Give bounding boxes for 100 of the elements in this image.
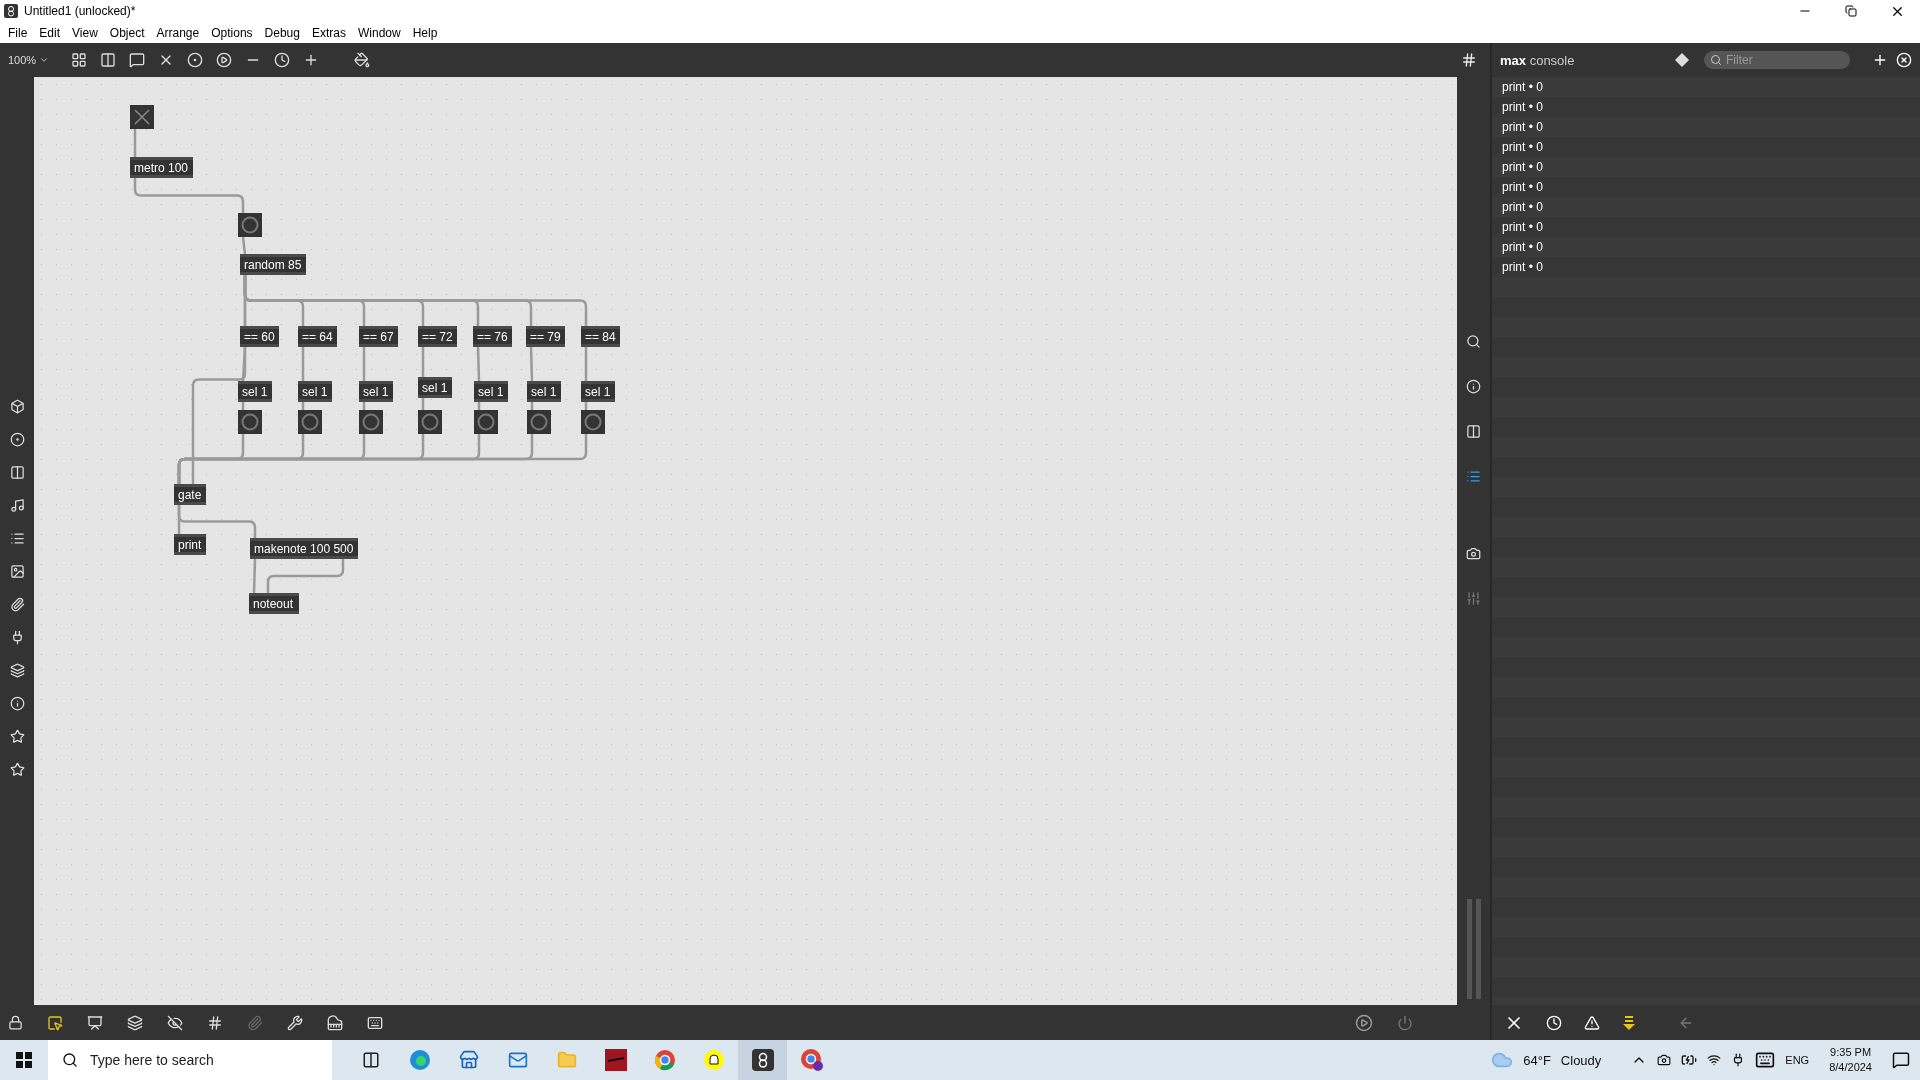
- keyboard-icon[interactable]: [1755, 1050, 1776, 1070]
- power-icon[interactable]: [1397, 1014, 1413, 1031]
- presentation-select-icon[interactable]: [47, 1014, 63, 1031]
- patch-object[interactable]: == 67: [359, 326, 398, 347]
- windows-logo-icon: [16, 1052, 32, 1068]
- diamond-icon[interactable]: [1674, 52, 1690, 68]
- menu-item[interactable]: Object: [103, 25, 151, 40]
- patch-object[interactable]: == 64: [298, 326, 337, 347]
- patch-object[interactable]: sel 1: [298, 381, 332, 402]
- temperature-text: 64°F: [1523, 1052, 1551, 1068]
- patch-object[interactable]: sel 1: [474, 381, 508, 402]
- cube-icon[interactable]: [9, 399, 25, 414]
- paperclip-icon[interactable]: [247, 1014, 263, 1031]
- patch-cord: [529, 346, 534, 382]
- presentation-icon[interactable]: [87, 1014, 103, 1031]
- clock-date[interactable]: 8/4/2024: [1829, 1060, 1872, 1075]
- target-icon[interactable]: [9, 432, 25, 447]
- console-line: print • 0: [1501, 259, 1544, 276]
- menu-item[interactable]: Debug: [258, 25, 306, 40]
- patch-cord: [362, 347, 366, 381]
- play-icon[interactable]: [1355, 1013, 1373, 1032]
- patch-object[interactable]: == 84: [581, 326, 620, 347]
- caret-icon: [39, 55, 50, 65]
- patch-object[interactable]: sel 1: [527, 381, 561, 402]
- patch-object[interactable]: sel 1: [581, 381, 615, 402]
- folder-icon: [556, 1050, 577, 1070]
- patch-cord: [584, 347, 588, 381]
- arrow-down-icon[interactable]: [1622, 1014, 1636, 1031]
- playlist-icon[interactable]: [9, 531, 25, 546]
- patch-object[interactable]: sel 1: [418, 377, 452, 398]
- console-line: print • 0: [1501, 179, 1544, 196]
- search-button[interactable]: [1466, 334, 1481, 349]
- task-view-icon: [361, 1051, 380, 1069]
- star-icon[interactable]: [9, 762, 25, 777]
- weather-text: Cloudy: [1560, 1052, 1602, 1068]
- patch-object[interactable]: == 79: [526, 326, 565, 347]
- keyboard-icon[interactable]: [367, 1014, 383, 1031]
- menu-item[interactable]: File: [2, 25, 34, 40]
- patch-object[interactable]: == 60: [240, 326, 279, 347]
- menu-item[interactable]: Help: [406, 25, 444, 40]
- console-line: print • 0: [1501, 239, 1544, 256]
- info-icon[interactable]: [9, 696, 25, 711]
- console-line: print • 0: [1501, 79, 1544, 96]
- restore-icon: [1845, 5, 1857, 17]
- console-line: print • 0: [1501, 99, 1544, 116]
- wifi-icon[interactable]: [1707, 1053, 1722, 1067]
- language-text[interactable]: ENG: [1785, 1054, 1810, 1066]
- layers-icon[interactable]: [127, 1014, 143, 1031]
- patch-object[interactable]: noteout: [249, 593, 299, 614]
- camera-icon[interactable]: [1657, 1053, 1672, 1067]
- close-icon[interactable]: [1896, 52, 1912, 68]
- patch-object[interactable]: makenote 100 500: [250, 538, 358, 559]
- ghost-icon: [702, 1049, 725, 1071]
- patch-object[interactable]: == 72: [418, 326, 457, 347]
- lock-icon[interactable]: [8, 1015, 23, 1030]
- menu-item[interactable]: Options: [205, 25, 259, 40]
- menu-item[interactable]: Window: [351, 25, 407, 40]
- patch-cord: [133, 129, 137, 157]
- wrench-icon[interactable]: [287, 1014, 303, 1031]
- console-line: print • 0: [1501, 139, 1544, 156]
- patch-object[interactable]: gate: [174, 484, 206, 505]
- clock-time[interactable]: 9:35 PM: [1830, 1045, 1872, 1060]
- patcher-canvas[interactable]: metro 100 random 85 == 60 == 64 == 67 == 72 == 76 == 79 == 84 sel 1 sel 1 sel 1 sel 1 sel 1 sel 1 sel 1 gate print makenote 100 500 noteout: [34, 77, 1457, 1005]
- patch-cord: [301, 347, 305, 381]
- grid-icon[interactable]: [207, 1014, 223, 1031]
- patch-object[interactable]: sel 1: [238, 381, 272, 402]
- menu-item[interactable]: Extras: [305, 25, 352, 40]
- browser-icon: [799, 1048, 824, 1072]
- patch-cord: [241, 236, 247, 255]
- image-icon[interactable]: [9, 564, 25, 579]
- music-note-icon[interactable]: [9, 498, 25, 513]
- console-title: max console: [1500, 52, 1576, 68]
- menu-item[interactable]: Arrange: [150, 25, 206, 40]
- menu-item[interactable]: Edit: [33, 25, 67, 40]
- plus-icon[interactable]: [1872, 52, 1888, 68]
- notification-icon[interactable]: [1892, 1051, 1910, 1069]
- console-line: print • 0: [1501, 159, 1544, 176]
- menu-item[interactable]: View: [66, 25, 104, 40]
- patch-object[interactable]: sel 1: [359, 381, 393, 402]
- filter-field[interactable]: Filter: [1704, 51, 1850, 69]
- taskbar-search-field[interactable]: Type here to search: [48, 1040, 332, 1080]
- clock-icon[interactable]: [1546, 1014, 1562, 1031]
- patch-object[interactable]: metro 100: [130, 157, 193, 178]
- mixer-button[interactable]: [1466, 591, 1481, 606]
- piano-icon[interactable]: [327, 1014, 343, 1031]
- warning-icon[interactable]: [1584, 1014, 1600, 1031]
- hide-icon[interactable]: [167, 1014, 183, 1031]
- battery-icon[interactable]: [1681, 1052, 1698, 1068]
- window-title: Untitled1 (unlocked)*: [24, 4, 137, 18]
- patch-object[interactable]: == 76: [473, 326, 512, 347]
- camera-button[interactable]: [1466, 546, 1481, 561]
- list-button[interactable]: [1466, 469, 1481, 484]
- zoom-dropdown[interactable]: 100%: [8, 54, 62, 66]
- browser-icon: [653, 1049, 676, 1071]
- patch-object[interactable]: print: [174, 534, 206, 555]
- info-button[interactable]: [1466, 379, 1481, 394]
- patch-cord: [476, 346, 481, 382]
- max-button[interactable]: [738, 1040, 787, 1080]
- store-icon: [458, 1050, 479, 1070]
- patch-object[interactable]: random 85: [240, 254, 306, 275]
